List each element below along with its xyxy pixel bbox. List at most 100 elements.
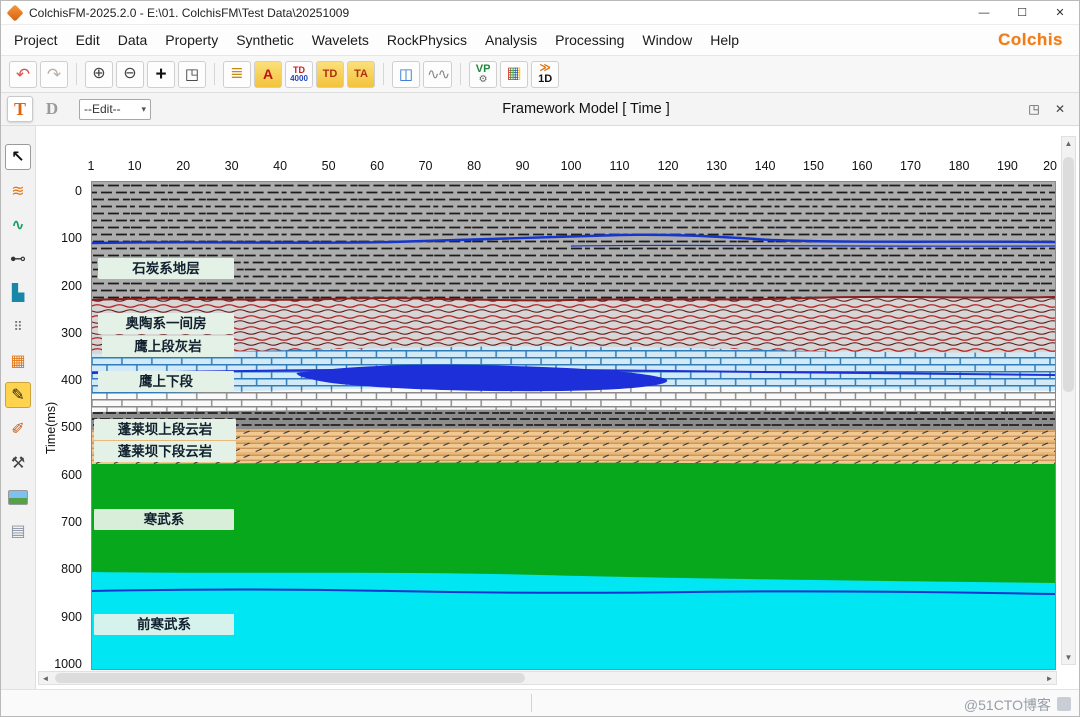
scroll-up-icon[interactable]: ▲: [1062, 137, 1075, 150]
track-order-button[interactable]: ≣: [223, 61, 251, 88]
panel-layout-icon: ◫: [399, 67, 413, 82]
redo-icon: ↷: [47, 66, 61, 83]
geologic-cross-section: [92, 182, 1055, 669]
geo-label-penglaiba-lower: 蓬莱坝下段云岩: [94, 441, 236, 462]
x-tick: 130: [706, 159, 727, 173]
app-logo-icon: [7, 4, 24, 21]
panel-close-button[interactable]: ✕: [1047, 98, 1073, 120]
toolbar-separator: [76, 63, 77, 85]
undo-button[interactable]: ↶: [9, 61, 37, 88]
menu-property[interactable]: Property: [156, 25, 227, 55]
td-button[interactable]: TD: [316, 61, 344, 88]
status-divider: [531, 694, 532, 712]
image-view-button[interactable]: [5, 484, 31, 510]
maximize-button[interactable]: ☐: [1003, 1, 1041, 24]
menu-project[interactable]: Project: [5, 25, 67, 55]
wavelet-curves-button[interactable]: ∿: [5, 212, 31, 238]
x-tick: 110: [610, 159, 630, 173]
crosshair-icon: +: [155, 65, 166, 84]
edit-pencil-button[interactable]: ✎: [5, 382, 31, 408]
menu-processing[interactable]: Processing: [546, 25, 633, 55]
toolbar-separator: [383, 63, 384, 85]
color-grid-button[interactable]: ▦: [500, 61, 528, 88]
menu-wavelets[interactable]: Wavelets: [303, 25, 378, 55]
menu-edit[interactable]: Edit: [67, 25, 109, 55]
grid-points-icon: ⠿: [13, 319, 23, 335]
geo-label-yingshang-limestone: 鹰上段灰岩: [102, 336, 234, 357]
y-tick: 100: [61, 231, 82, 245]
x-tick: 80: [467, 159, 481, 173]
x-tick: 90: [516, 159, 530, 173]
select-cursor-button[interactable]: ↖: [5, 144, 31, 170]
menu-window[interactable]: Window: [633, 25, 701, 55]
font-scale-icon: A: [263, 67, 273, 81]
panel-header: T D --Edit-- ▾ Framework Model [ Time ] …: [1, 93, 1079, 126]
font-scale-button[interactable]: A: [254, 61, 282, 88]
x-tick: 1: [88, 159, 95, 173]
main-area: ↖ ≋ ∿ ⊷ ▙ ⠿ ▦ ✎ ✐ ⚒ ▤ Time(ms) 1 10 20 3…: [1, 126, 1079, 689]
menu-help[interactable]: Help: [701, 25, 748, 55]
zoom-in-icon: ⊕: [92, 66, 105, 82]
zoom-out-icon: ⊖: [123, 66, 136, 82]
x-tick: 120: [658, 159, 679, 173]
scroll-right-icon[interactable]: ►: [1043, 672, 1056, 684]
vertical-scroll-thumb[interactable]: [1063, 157, 1074, 392]
y-tick: 700: [61, 515, 82, 529]
one-d-icon: 1D: [538, 74, 552, 85]
grid-points-button[interactable]: ⠿: [5, 314, 31, 340]
horizon-pick-button[interactable]: ⊷: [5, 246, 31, 272]
ta-button[interactable]: TA: [347, 61, 375, 88]
panel-layout-button[interactable]: ◫: [392, 61, 420, 88]
minimize-button[interactable]: —: [965, 1, 1003, 24]
undock-button[interactable]: ◳: [1021, 98, 1047, 120]
crosshair-button[interactable]: +: [147, 61, 175, 88]
wiggle-display-button[interactable]: ∿∿: [423, 61, 452, 88]
toolbar-separator: [460, 63, 461, 85]
area-chart-button[interactable]: ▙: [5, 280, 31, 306]
menu-synthetic[interactable]: Synthetic: [227, 25, 303, 55]
color-grid-icon: ▦: [507, 66, 522, 82]
horizon-pick-icon: ⊷: [10, 249, 26, 269]
waves-icon: ≋: [11, 181, 24, 201]
menu-data[interactable]: Data: [109, 25, 157, 55]
data-table-button[interactable]: ▦: [5, 348, 31, 374]
y-tick: 0: [75, 184, 82, 198]
horizontal-scroll-thumb[interactable]: [55, 673, 525, 683]
zoom-out-button[interactable]: ⊖: [116, 61, 144, 88]
window-controls: — ☐ ✕: [965, 1, 1079, 24]
close-button[interactable]: ✕: [1041, 1, 1079, 24]
framework-model-canvas[interactable]: 石炭系地层 奥陶系一间房 鹰上段灰岩 鹰上下段 蓬莱坝上段云岩 蓬莱坝下段云岩 …: [91, 181, 1056, 670]
cursor-icon: ↖: [11, 147, 24, 167]
edit-colors-button[interactable]: ✐: [5, 416, 31, 442]
vp-tools-button[interactable]: VP⚙: [469, 61, 497, 88]
tab-time[interactable]: T: [7, 96, 33, 122]
td-avg-4000-button[interactable]: TD4000: [285, 61, 313, 88]
layers-button[interactable]: ▤: [5, 518, 31, 544]
redo-button[interactable]: ↷: [40, 61, 68, 88]
seismic-waves-button[interactable]: ≋: [5, 178, 31, 204]
menu-analysis[interactable]: Analysis: [476, 25, 546, 55]
menu-rockphysics[interactable]: RockPhysics: [378, 25, 476, 55]
y-axis: 0 100 200 300 400 500 600 700 800 900 10…: [46, 181, 86, 670]
geo-label-ordovician-yijianfang: 奥陶系一间房: [98, 313, 234, 334]
x-axis: 1 10 20 30 40 50 60 70 80 90 100 110 120…: [91, 159, 1056, 177]
curves-icon: ∿: [11, 215, 24, 235]
hammer-icon: ⚒: [11, 453, 25, 473]
x-tick: 10: [128, 159, 142, 173]
x-tick: 50: [322, 159, 336, 173]
tab-depth[interactable]: D: [39, 96, 65, 122]
plot-area: Time(ms) 1 10 20 30 40 50 60 70 80 90 10…: [36, 126, 1079, 689]
edit-dropdown-value: --Edit--: [84, 102, 121, 116]
vertical-scrollbar[interactable]: ▲ ▼: [1061, 136, 1076, 665]
horizontal-scrollbar[interactable]: ◄ ►: [38, 671, 1057, 685]
zoom-in-button[interactable]: ⊕: [85, 61, 113, 88]
edit-dropdown[interactable]: --Edit-- ▾: [79, 99, 151, 120]
scroll-down-icon[interactable]: ▼: [1062, 651, 1075, 664]
capture-button[interactable]: ◳: [178, 61, 206, 88]
geo-label-penglaiba-upper: 蓬莱坝上段云岩: [94, 419, 236, 440]
scroll-left-icon[interactable]: ◄: [39, 672, 52, 684]
x-tick: 150: [803, 159, 824, 173]
tools-hammer-button[interactable]: ⚒: [5, 450, 31, 476]
one-d-flatten-button[interactable]: ≫1D: [531, 61, 559, 88]
x-tick: 140: [755, 159, 776, 173]
